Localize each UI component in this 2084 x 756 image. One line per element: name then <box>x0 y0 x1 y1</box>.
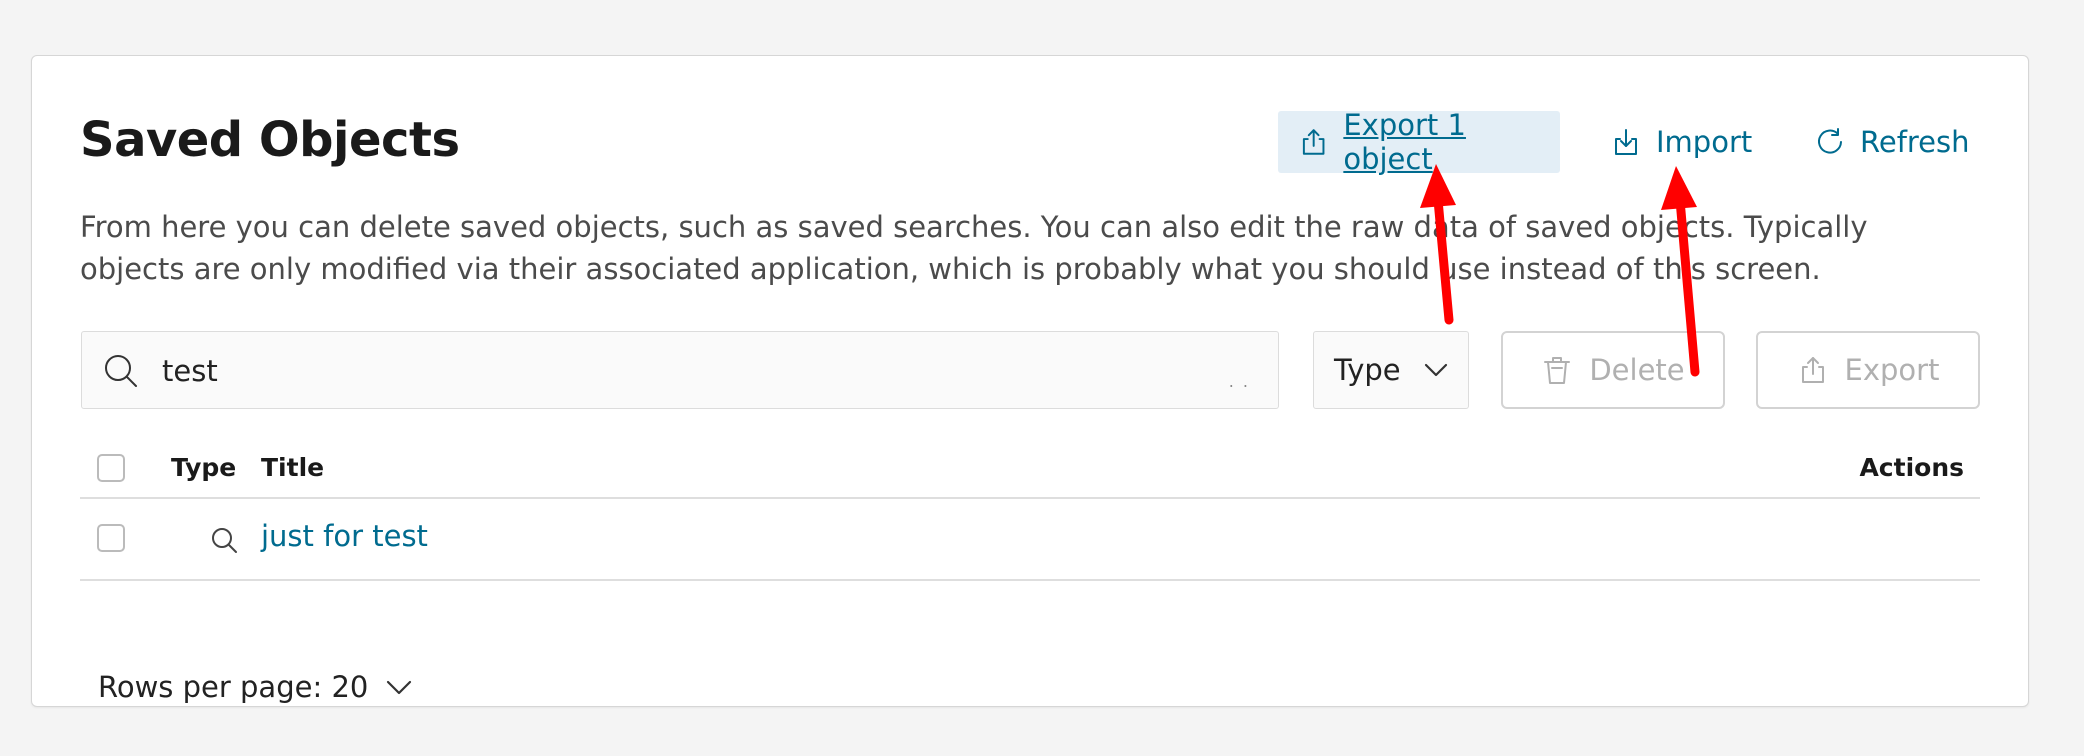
search-icon <box>105 355 137 387</box>
search-trailing-indicator: . . <box>1228 372 1250 391</box>
row-checkbox[interactable] <box>97 524 125 552</box>
page-title: Saved Objects <box>80 112 460 168</box>
chevron-down-icon <box>1424 363 1447 377</box>
table-header: Type Title Actions <box>80 441 1980 499</box>
export-all-label: Export 1 object <box>1343 108 1466 176</box>
saved-objects-table: Type Title Actions just for test <box>80 441 1980 581</box>
select-all-checkbox[interactable] <box>97 454 125 482</box>
trash-icon <box>1544 357 1571 384</box>
search-field[interactable]: . . <box>81 331 1279 409</box>
export-selected-button[interactable]: Export <box>1756 331 1980 409</box>
refresh-label: Refresh <box>1860 125 1970 159</box>
row-title-link[interactable]: just for test <box>261 519 428 553</box>
delete-label: Delete <box>1589 353 1685 387</box>
type-filter-label: Type <box>1334 353 1401 387</box>
column-header-type[interactable]: Type <box>171 453 236 482</box>
rows-per-page-selector[interactable]: Rows per page: 20 <box>98 670 414 704</box>
page-description: From here you can delete saved objects, … <box>80 210 1868 286</box>
table-row: just for test <box>80 499 1980 581</box>
chevron-down-icon <box>387 680 412 695</box>
type-filter-button[interactable]: Type <box>1313 331 1469 409</box>
rows-per-page-label: Rows per page: 20 <box>98 670 369 704</box>
saved-objects-panel: Saved Objects Export 1 object Import Ref… <box>31 55 2029 707</box>
export-all-button[interactable]: Export 1 object <box>1278 108 1560 176</box>
download-icon <box>1615 129 1637 155</box>
column-header-title[interactable]: Title <box>261 453 324 482</box>
column-header-actions: Actions <box>1859 453 1964 482</box>
import-button[interactable]: Import <box>1610 111 1752 173</box>
refresh-icon <box>1818 128 1842 154</box>
upload-icon <box>1801 357 1824 383</box>
search-icon <box>212 528 237 553</box>
upload-icon <box>1302 129 1325 155</box>
import-label: Import <box>1656 125 1753 159</box>
export-selected-label: Export <box>1844 353 1940 387</box>
search-input[interactable] <box>160 344 1164 398</box>
delete-button[interactable]: Delete <box>1501 331 1725 409</box>
refresh-button[interactable]: Refresh <box>1814 111 1970 173</box>
